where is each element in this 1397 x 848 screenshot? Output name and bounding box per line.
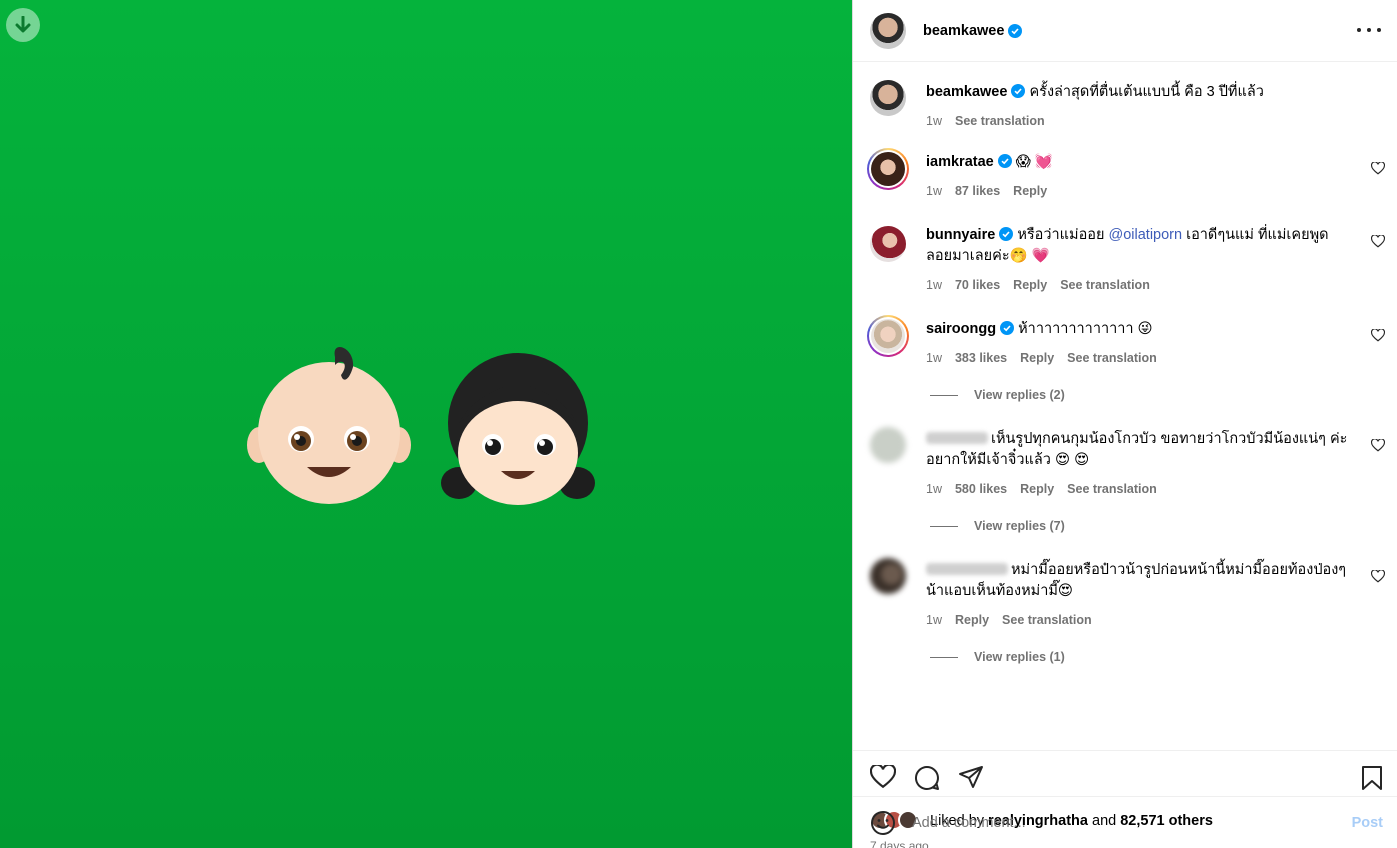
reply-button[interactable]: Reply bbox=[1020, 348, 1054, 369]
verified-badge-icon bbox=[1011, 84, 1026, 98]
commenter-avatar[interactable] bbox=[870, 558, 906, 594]
see-translation-link[interactable]: See translation bbox=[955, 111, 1045, 132]
commenter-avatar[interactable] bbox=[870, 427, 906, 463]
see-translation-link[interactable]: See translation bbox=[1067, 479, 1157, 500]
post-dialog: beamkawee beamkawee ครั้งล่าสุดที่ตื่นเต… bbox=[0, 0, 1397, 848]
baby-emoji-icon bbox=[247, 346, 411, 504]
commenter-avatar[interactable] bbox=[867, 148, 909, 190]
view-replies-label: View replies (1) bbox=[974, 650, 1065, 664]
view-replies-button[interactable]: View replies (7) bbox=[930, 519, 1065, 533]
commenter-avatar[interactable] bbox=[867, 315, 909, 357]
see-translation-link[interactable]: See translation bbox=[1002, 610, 1092, 631]
mention-link[interactable]: @oilatiporn bbox=[1109, 227, 1183, 243]
comment-text: 😱 💓 bbox=[1015, 154, 1053, 170]
girl-emoji-icon bbox=[441, 353, 595, 505]
like-comment-icon[interactable] bbox=[1371, 235, 1385, 248]
comment-text: ห้าาาาาาาาาาาาา 😜 bbox=[1018, 321, 1153, 337]
author-username[interactable]: beamkawee bbox=[923, 23, 1004, 39]
verified-badge-icon bbox=[997, 154, 1012, 168]
verified-badge-icon bbox=[999, 227, 1014, 241]
view-replies-button[interactable]: View replies (1) bbox=[930, 650, 1065, 664]
see-translation-link[interactable]: See translation bbox=[1060, 275, 1150, 296]
comment-time[interactable]: 1w bbox=[926, 610, 942, 631]
share-icon[interactable] bbox=[958, 765, 984, 789]
like-post-icon[interactable] bbox=[870, 765, 896, 789]
see-translation-link[interactable]: See translation bbox=[1067, 348, 1157, 369]
caption-text: ครั้งล่าสุดที่ตื่นเต้นแบบนี้ คือ 3 ปีที่… bbox=[1029, 84, 1264, 100]
reply-button[interactable]: Reply bbox=[1020, 479, 1054, 500]
comment-icon[interactable] bbox=[914, 765, 940, 791]
reply-button[interactable]: Reply bbox=[1013, 181, 1047, 202]
view-replies-button[interactable]: View replies (2) bbox=[930, 388, 1065, 402]
reply-button[interactable]: Reply bbox=[955, 610, 989, 631]
post-media[interactable] bbox=[0, 0, 852, 848]
post-comment-button[interactable]: Post bbox=[1352, 815, 1383, 831]
add-comment-bar: Post bbox=[853, 796, 1397, 848]
view-replies-label: View replies (2) bbox=[974, 388, 1065, 402]
arrow-down-icon bbox=[15, 16, 31, 33]
comment-time[interactable]: 1w bbox=[926, 181, 942, 202]
comment-likes[interactable]: 580 likes bbox=[955, 479, 1007, 500]
comment-input[interactable] bbox=[912, 814, 1312, 831]
commenter-avatar[interactable] bbox=[870, 226, 906, 262]
download-button[interactable] bbox=[6, 8, 40, 42]
comment-time[interactable]: 1w bbox=[926, 348, 942, 369]
author-avatar[interactable] bbox=[870, 12, 906, 49]
reply-button[interactable]: Reply bbox=[1013, 275, 1047, 296]
like-comment-icon[interactable] bbox=[1371, 329, 1385, 342]
commenter-username[interactable]: bunnyaire bbox=[926, 227, 995, 243]
comment-likes[interactable]: 70 likes bbox=[955, 275, 1000, 296]
comment-time[interactable]: 1w bbox=[926, 479, 942, 500]
comment-likes[interactable]: 383 likes bbox=[955, 348, 1007, 369]
like-comment-icon[interactable] bbox=[1371, 162, 1385, 175]
post-sidebar: beamkawee beamkawee ครั้งล่าสุดที่ตื่นเต… bbox=[852, 0, 1397, 848]
commenter-username[interactable]: sairoongg bbox=[926, 321, 996, 337]
comment-text: หรือว่าแม่ออย bbox=[1017, 227, 1109, 243]
commenter-username-blurred[interactable] bbox=[926, 432, 988, 444]
comment-time[interactable]: 1w bbox=[926, 275, 942, 296]
baby-emoji-pair bbox=[247, 346, 595, 505]
comment-text: เห็นรูปทุกคนกุมน้องโกวบัว ขอทายว่าโกวบัว… bbox=[926, 431, 1348, 468]
comment-likes[interactable]: 87 likes bbox=[955, 181, 1000, 202]
view-replies-label: View replies (7) bbox=[974, 519, 1065, 533]
author-avatar[interactable] bbox=[870, 80, 906, 116]
save-icon[interactable] bbox=[1361, 765, 1383, 791]
comments-list[interactable]: beamkawee ครั้งล่าสุดที่ตื่นเต้นแบบนี้ ค… bbox=[853, 62, 1397, 750]
like-comment-icon[interactable] bbox=[1371, 570, 1385, 583]
emoji-icon[interactable] bbox=[870, 810, 896, 836]
verified-badge-icon bbox=[1008, 23, 1023, 38]
post-header: beamkawee bbox=[853, 0, 1397, 62]
caption-time[interactable]: 1w bbox=[926, 111, 942, 132]
commenter-username-blurred[interactable] bbox=[926, 563, 1008, 575]
verified-badge-icon bbox=[1000, 321, 1015, 335]
commenter-username[interactable]: iamkratae bbox=[926, 154, 994, 170]
like-comment-icon[interactable] bbox=[1371, 439, 1385, 452]
more-options-button[interactable] bbox=[1357, 20, 1381, 40]
caption-username[interactable]: beamkawee bbox=[926, 84, 1007, 100]
